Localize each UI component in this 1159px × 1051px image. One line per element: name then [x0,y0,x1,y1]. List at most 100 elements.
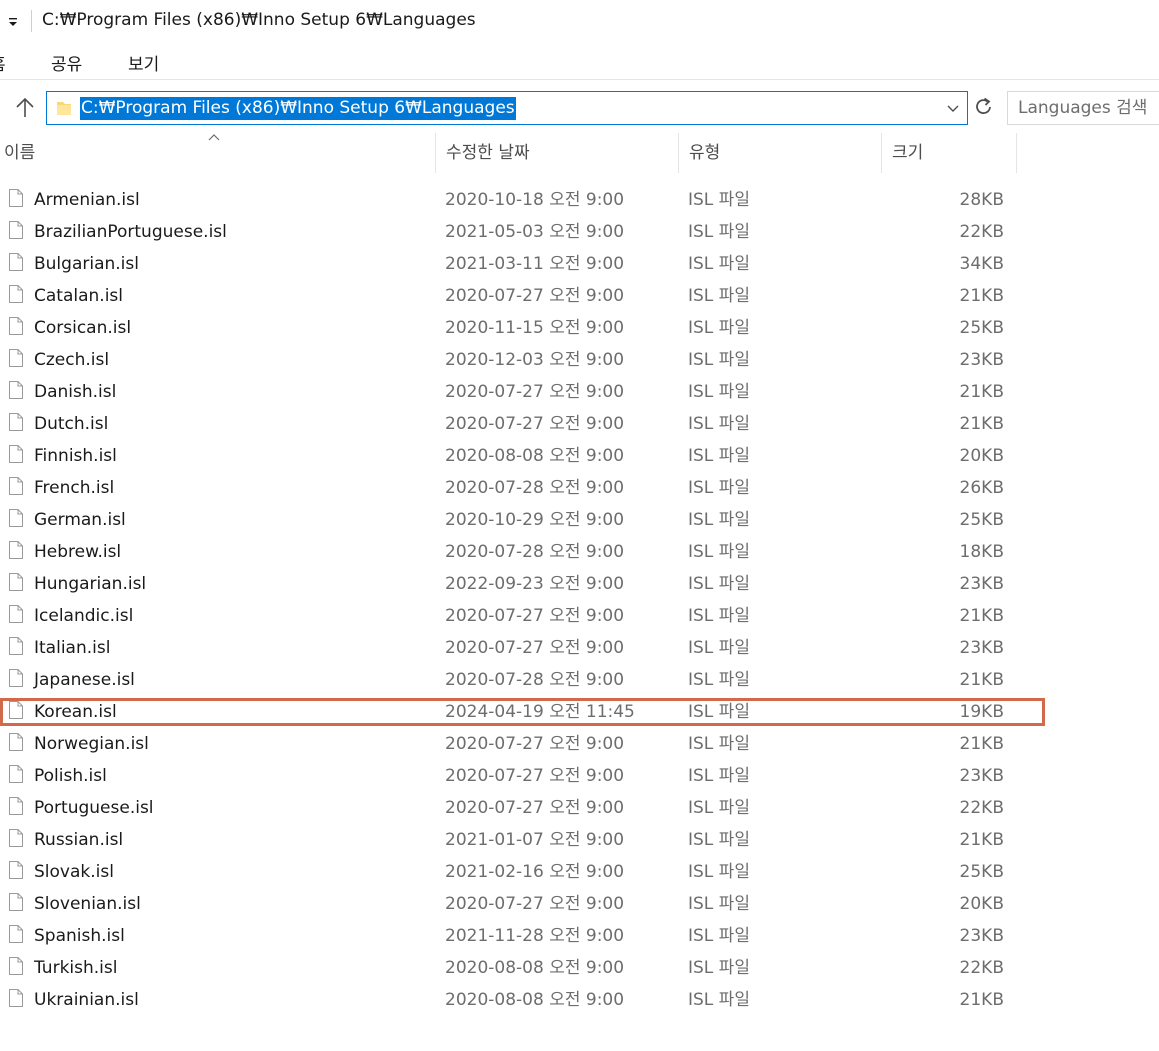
file-row[interactable]: Turkish.isl 2020-08-08 오전 9:00 ISL 파일 22KB [0,952,1159,984]
file-date: 2020-07-27 오전 9:00 [445,894,625,914]
title-divider [31,10,32,32]
file-type: ISL 파일 [688,190,750,210]
file-icon [8,444,24,464]
file-row[interactable]: Slovenian.isl 2020-07-27 오전 9:00 ISL 파일 20K… [0,888,1159,920]
file-name[interactable]: Hebrew.isl [34,536,121,568]
column-header-size[interactable]: 크기 [892,133,923,173]
window-title: C:₩Program Files (x86)₩Inno Setup 6₩Lang… [42,10,476,30]
file-row[interactable]: Dutch.isl 2020-07-27 오전 9:00 ISL 파일 21KB [0,408,1159,440]
file-date: 2020-08-08 오전 9:00 [445,958,625,978]
file-type: ISL 파일 [688,510,750,530]
file-date: 2020-08-08 오전 9:00 [445,990,625,1010]
file-row[interactable]: Slovak.isl 2021-02-16 오전 9:00 ISL 파일 25KB [0,856,1159,888]
file-name[interactable]: Danish.isl [34,376,116,408]
file-type: ISL 파일 [688,990,750,1010]
file-type: ISL 파일 [688,958,750,978]
file-name[interactable]: Dutch.isl [34,408,108,440]
file-name[interactable]: Catalan.isl [34,280,123,312]
address-path-text[interactable]: C:₩Program Files (x86)₩Inno Setup 6₩Lang… [80,97,516,120]
file-row[interactable]: Italian.isl 2020-07-27 오전 9:00 ISL 파일 23KB [0,632,1159,664]
tab-home[interactable]: 홈 [0,50,6,75]
file-row[interactable]: French.isl 2020-07-28 오전 9:00 ISL 파일 26KB [0,472,1159,504]
tab-view[interactable]: 보기 [128,50,159,75]
folder-icon [55,98,73,118]
file-date: 2020-07-27 오전 9:00 [445,606,625,626]
column-divider[interactable] [435,133,436,173]
arrow-up-icon[interactable] [12,95,38,121]
file-row[interactable]: Armenian.isl 2020-10-18 오전 9:00 ISL 파일 28KB [0,184,1159,216]
file-row[interactable]: Corsican.isl 2020-11-15 오전 9:00 ISL 파일 25KB [0,312,1159,344]
file-name[interactable]: Italian.isl [34,632,110,664]
file-name[interactable]: Norwegian.isl [34,728,149,760]
column-header-date[interactable]: 수정한 날짜 [446,133,530,173]
file-row[interactable]: Norwegian.isl 2020-07-27 오전 9:00 ISL 파일 21K… [0,728,1159,760]
column-header-name[interactable]: 이름 [4,133,35,173]
column-divider[interactable] [881,133,882,173]
refresh-icon[interactable] [972,94,996,120]
file-row[interactable]: German.isl 2020-10-29 오전 9:00 ISL 파일 25KB [0,504,1159,536]
quick-access-dropdown-icon[interactable] [6,14,20,28]
file-row[interactable]: Ukrainian.isl 2020-08-08 오전 9:00 ISL 파일 21K… [0,984,1159,1016]
file-date: 2021-01-07 오전 9:00 [445,830,625,850]
file-row[interactable]: Finnish.isl 2020-08-08 오전 9:00 ISL 파일 20KB [0,440,1159,472]
file-row[interactable]: Danish.isl 2020-07-27 오전 9:00 ISL 파일 21KB [0,376,1159,408]
tab-share[interactable]: 공유 [51,50,82,75]
file-name[interactable]: French.isl [34,472,114,504]
file-name[interactable]: Japanese.isl [34,664,135,696]
file-row[interactable]: Polish.isl 2020-07-27 오전 9:00 ISL 파일 23KB [0,760,1159,792]
file-row[interactable]: BrazilianPortuguese.isl 2021-05-03 오전 9:0… [0,216,1159,248]
column-header-type[interactable]: 유형 [689,133,720,173]
file-size: 20KB [959,894,1004,914]
file-name[interactable]: Slovak.isl [34,856,114,888]
file-type: ISL 파일 [688,638,750,658]
file-size: 25KB [959,318,1004,338]
file-name[interactable]: Corsican.isl [34,312,131,344]
file-size: 18KB [959,542,1004,562]
file-row[interactable]: Hungarian.isl 2022-09-23 오전 9:00 ISL 파일 23K… [0,568,1159,600]
file-row[interactable]: Icelandic.isl 2020-07-27 오전 9:00 ISL 파일 21K… [0,600,1159,632]
file-row[interactable]: Japanese.isl 2020-07-28 오전 9:00 ISL 파일 21KB [0,664,1159,696]
file-icon [8,796,24,816]
file-type: ISL 파일 [688,542,750,562]
file-name[interactable]: Portuguese.isl [34,792,154,824]
search-box[interactable] [1007,91,1159,125]
file-name[interactable]: Icelandic.isl [34,600,133,632]
ribbon-tabs: 홈 공유 보기 [0,42,1159,80]
file-row[interactable]: Portuguese.isl 2020-07-27 오전 9:00 ISL 파일 22… [0,792,1159,824]
file-size: 19KB [959,702,1004,722]
file-size: 23KB [959,766,1004,786]
file-row[interactable]: Hebrew.isl 2020-07-28 오전 9:00 ISL 파일 18KB [0,536,1159,568]
file-size: 25KB [959,862,1004,882]
file-icon [8,668,24,688]
search-input[interactable] [1018,96,1159,120]
file-icon [8,316,24,336]
file-name[interactable]: Armenian.isl [34,184,140,216]
file-row[interactable]: Korean.isl 2024-04-19 오전 11:45 ISL 파일 19KB [0,696,1159,728]
file-name[interactable]: Hungarian.isl [34,568,146,600]
address-bar[interactable]: C:₩Program Files (x86)₩Inno Setup 6₩Lang… [46,91,968,125]
file-name[interactable]: Spanish.isl [34,920,125,952]
file-name[interactable]: Turkish.isl [34,952,117,984]
file-name[interactable]: German.isl [34,504,126,536]
file-type: ISL 파일 [688,830,750,850]
file-row[interactable]: Russian.isl 2021-01-07 오전 9:00 ISL 파일 21KB [0,824,1159,856]
file-row[interactable]: Bulgarian.isl 2021-03-11 오전 9:00 ISL 파일 34K… [0,248,1159,280]
file-name[interactable]: Ukrainian.isl [34,984,139,1016]
file-type: ISL 파일 [688,734,750,754]
file-name[interactable]: Czech.isl [34,344,109,376]
file-name[interactable]: Slovenian.isl [34,888,141,920]
file-name[interactable]: Polish.isl [34,760,107,792]
file-row[interactable]: Catalan.isl 2020-07-27 오전 9:00 ISL 파일 21KB [0,280,1159,312]
file-name[interactable]: Russian.isl [34,824,123,856]
file-name[interactable]: Korean.isl [34,696,117,728]
file-name[interactable]: BrazilianPortuguese.isl [34,216,227,248]
chevron-down-icon[interactable] [945,100,961,116]
file-row[interactable]: Czech.isl 2020-12-03 오전 9:00 ISL 파일 23KB [0,344,1159,376]
file-name[interactable]: Finnish.isl [34,440,117,472]
file-name[interactable]: Bulgarian.isl [34,248,139,280]
file-row[interactable]: Spanish.isl 2021-11-28 오전 9:00 ISL 파일 23KB [0,920,1159,952]
file-type: ISL 파일 [688,862,750,882]
column-divider[interactable] [678,133,679,173]
file-size: 21KB [959,734,1004,754]
column-divider[interactable] [1016,133,1017,173]
